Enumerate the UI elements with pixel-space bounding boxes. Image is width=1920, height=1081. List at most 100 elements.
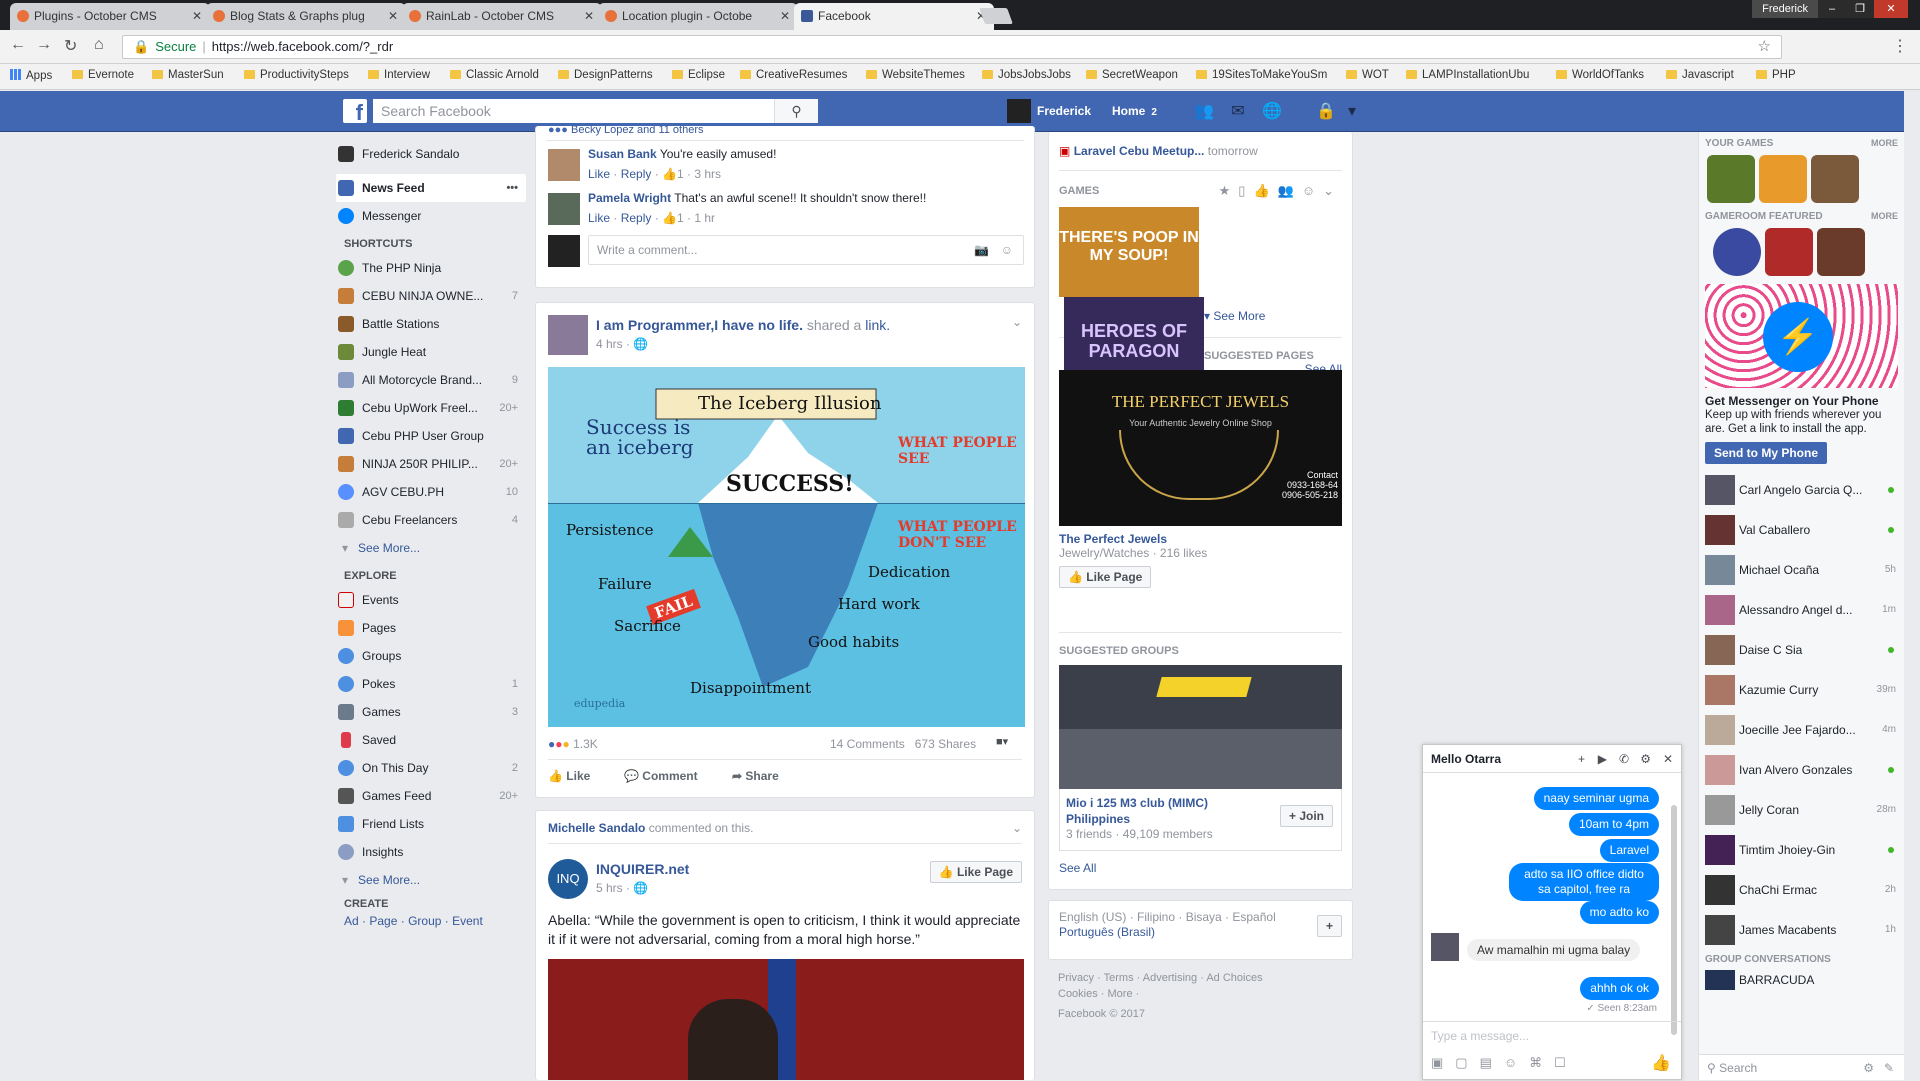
- bookmark[interactable]: 19SitesToMakeYouSm: [1196, 69, 1327, 81]
- url-field[interactable]: 🔒 Secure | https://web.facebook.com/?_rdr ☆: [122, 35, 1782, 59]
- avatar[interactable]: [548, 149, 580, 181]
- post-photo[interactable]: [548, 959, 1024, 1080]
- see-more-explore[interactable]: ▾ See More...: [336, 866, 526, 894]
- explore-item[interactable]: Pages: [336, 614, 526, 642]
- shortcut-item[interactable]: CEBU NINJA OWNE... 7: [336, 282, 526, 310]
- reload-icon[interactable]: ↻: [64, 36, 77, 56]
- bookmark[interactable]: WOT: [1346, 69, 1389, 81]
- bookmark[interactable]: PHP: [1756, 69, 1796, 81]
- chat-header[interactable]: Mello Otarra + ▶ ✆ ⚙ ✕: [1423, 745, 1681, 773]
- chat-message-input[interactable]: Type a message...: [1431, 1029, 1529, 1043]
- close-tab-icon[interactable]: ✕: [388, 3, 398, 30]
- comment-like-link[interactable]: Like: [588, 211, 610, 225]
- share-action[interactable]: ➦ Share: [732, 769, 779, 783]
- inquirer-logo-icon[interactable]: INQ: [548, 859, 588, 899]
- explore-item[interactable]: Pokes 1: [336, 670, 526, 698]
- comment-like-link[interactable]: Like: [588, 167, 610, 181]
- bookmark[interactable]: Classic Arnold: [450, 69, 539, 81]
- language-links[interactable]: English (US) · Filipino · Bisaya · Españ…: [1059, 910, 1276, 924]
- shortcut-item[interactable]: Cebu UpWork Freel... 20+: [336, 394, 526, 422]
- browser-tab-active[interactable]: Facebook ✕: [794, 3, 994, 30]
- bookmark[interactable]: DesignPatterns: [558, 69, 653, 81]
- news-feed-link[interactable]: News Feed •••: [336, 174, 526, 202]
- add-language-button[interactable]: +: [1316, 915, 1342, 937]
- bookmark[interactable]: LAMPInstallationUbu: [1406, 69, 1529, 81]
- chat-scrollbar[interactable]: [1671, 805, 1677, 1035]
- bookmark[interactable]: Eclipse: [672, 69, 725, 81]
- post-time[interactable]: 4 hrs: [596, 337, 623, 351]
- close-tab-icon[interactable]: ✕: [780, 3, 790, 30]
- chat-contact[interactable]: Daise C Sia: [1699, 630, 1904, 670]
- join-group-button[interactable]: + Join: [1279, 805, 1333, 827]
- create-page-link[interactable]: Page: [369, 914, 397, 928]
- explore-item[interactable]: Saved: [336, 726, 526, 754]
- game-thumb[interactable]: [1817, 228, 1865, 276]
- explore-item[interactable]: Games 3: [336, 698, 526, 726]
- explore-item[interactable]: Insights: [336, 838, 526, 866]
- avatar[interactable]: [548, 193, 580, 225]
- browser-tab[interactable]: Plugins - October CMS ✕: [10, 3, 210, 30]
- profile-link[interactable]: Frederick Sandalo: [336, 140, 526, 168]
- post-options-icon[interactable]: ⌄: [1012, 315, 1022, 329]
- privacy-shortcuts-icon[interactable]: 🔒: [1316, 103, 1336, 121]
- post-author-link[interactable]: I am Programmer,I have no life.: [596, 317, 803, 333]
- chat-contact[interactable]: Val Caballero: [1699, 510, 1904, 550]
- camera-icon[interactable]: 📷: [974, 236, 989, 264]
- settings-icon[interactable]: ⚙: [1640, 745, 1651, 773]
- bookmark[interactable]: CreativeResumes: [740, 69, 847, 81]
- shared-link[interactable]: link.: [865, 317, 890, 333]
- bookmark[interactable]: Interview: [368, 69, 430, 81]
- account-menu-icon[interactable]: ▾: [1342, 103, 1362, 121]
- close-tab-icon[interactable]: ✕: [584, 3, 594, 30]
- comments-count-link[interactable]: 14 Comments: [830, 737, 905, 751]
- maximize-icon[interactable]: ❐: [1846, 0, 1874, 18]
- search-icon[interactable]: ⚲: [774, 99, 818, 123]
- compose-icon[interactable]: ✎: [1884, 1055, 1894, 1081]
- see-more-shortcuts[interactable]: ▾ See More...: [336, 534, 526, 562]
- explore-item[interactable]: Friend Lists: [336, 810, 526, 838]
- bookmark[interactable]: WorldOfTanks: [1556, 69, 1644, 81]
- chat-contact[interactable]: Jelly Coran 28m: [1699, 790, 1904, 830]
- window-profile-button[interactable]: Frederick: [1752, 0, 1818, 18]
- bookmark[interactable]: ProductivitySteps: [244, 69, 349, 81]
- add-person-icon[interactable]: +: [1578, 745, 1585, 773]
- messenger-link[interactable]: Messenger: [336, 202, 526, 230]
- bookmark-star-icon[interactable]: ☆: [1758, 36, 1771, 58]
- facebook-logo-icon[interactable]: f: [343, 99, 367, 123]
- sticker-icon[interactable]: ☺: [1001, 236, 1013, 264]
- chat-contact[interactable]: Carl Angelo Garcia Q...: [1699, 470, 1904, 510]
- chat-contact[interactable]: Michael Ocaña 5h: [1699, 550, 1904, 590]
- video-call-icon[interactable]: ▶: [1598, 745, 1607, 773]
- chat-contact[interactable]: Ivan Alvero Gonzales: [1699, 750, 1904, 790]
- reaction-summary[interactable]: ●●● Becky Lopez and 11 others: [536, 126, 1034, 140]
- game-thumb[interactable]: [1707, 155, 1755, 203]
- browser-tab[interactable]: Location plugin - Octobe ✕: [598, 3, 798, 30]
- new-tab-button[interactable]: [979, 8, 1013, 24]
- browser-tab[interactable]: RainLab - October CMS ✕: [402, 3, 602, 30]
- see-all-groups[interactable]: See All: [1059, 861, 1342, 875]
- home-icon[interactable]: ⌂: [94, 36, 104, 54]
- create-event-link[interactable]: Event: [452, 914, 483, 928]
- bookmark[interactable]: MasterSun: [152, 69, 224, 81]
- shortcut-item[interactable]: The PHP Ninja: [336, 254, 526, 282]
- reaction-summary[interactable]: ●●● 1.3K: [548, 737, 598, 751]
- game-thumb[interactable]: [1759, 155, 1807, 203]
- chat-search-input[interactable]: ⚲ Search ⚙ ✎: [1699, 1054, 1904, 1080]
- phone-call-icon[interactable]: ✆: [1619, 745, 1629, 773]
- page-link[interactable]: INQUIRER.net: [596, 861, 689, 877]
- profile-link[interactable]: Frederick: [1007, 99, 1091, 123]
- iceberg-image[interactable]: The Iceberg Illusion Success is an icebe…: [548, 367, 1025, 727]
- explore-item[interactable]: Events: [336, 586, 526, 614]
- send-to-phone-button[interactable]: Send to My Phone: [1705, 442, 1828, 464]
- bookmark[interactable]: Evernote: [72, 69, 134, 81]
- comment-action[interactable]: 💬 Comment: [624, 769, 698, 783]
- close-icon[interactable]: ✕: [1663, 745, 1673, 773]
- thumbs-up-icon[interactable]: 👍: [1651, 1053, 1671, 1073]
- comment-reply-link[interactable]: Reply: [621, 211, 652, 225]
- shortcut-item[interactable]: NINJA 250R PHILIP... 20+: [336, 450, 526, 478]
- suggested-page-image[interactable]: THE PERFECT JEWELS Your Authentic Jewelr…: [1059, 370, 1342, 526]
- shortcut-item[interactable]: AGV CEBU.PH 10: [336, 478, 526, 506]
- explore-item[interactable]: Groups: [336, 642, 526, 670]
- suggested-page-name[interactable]: The Perfect Jewels: [1059, 532, 1342, 546]
- shortcut-item[interactable]: Battle Stations: [336, 310, 526, 338]
